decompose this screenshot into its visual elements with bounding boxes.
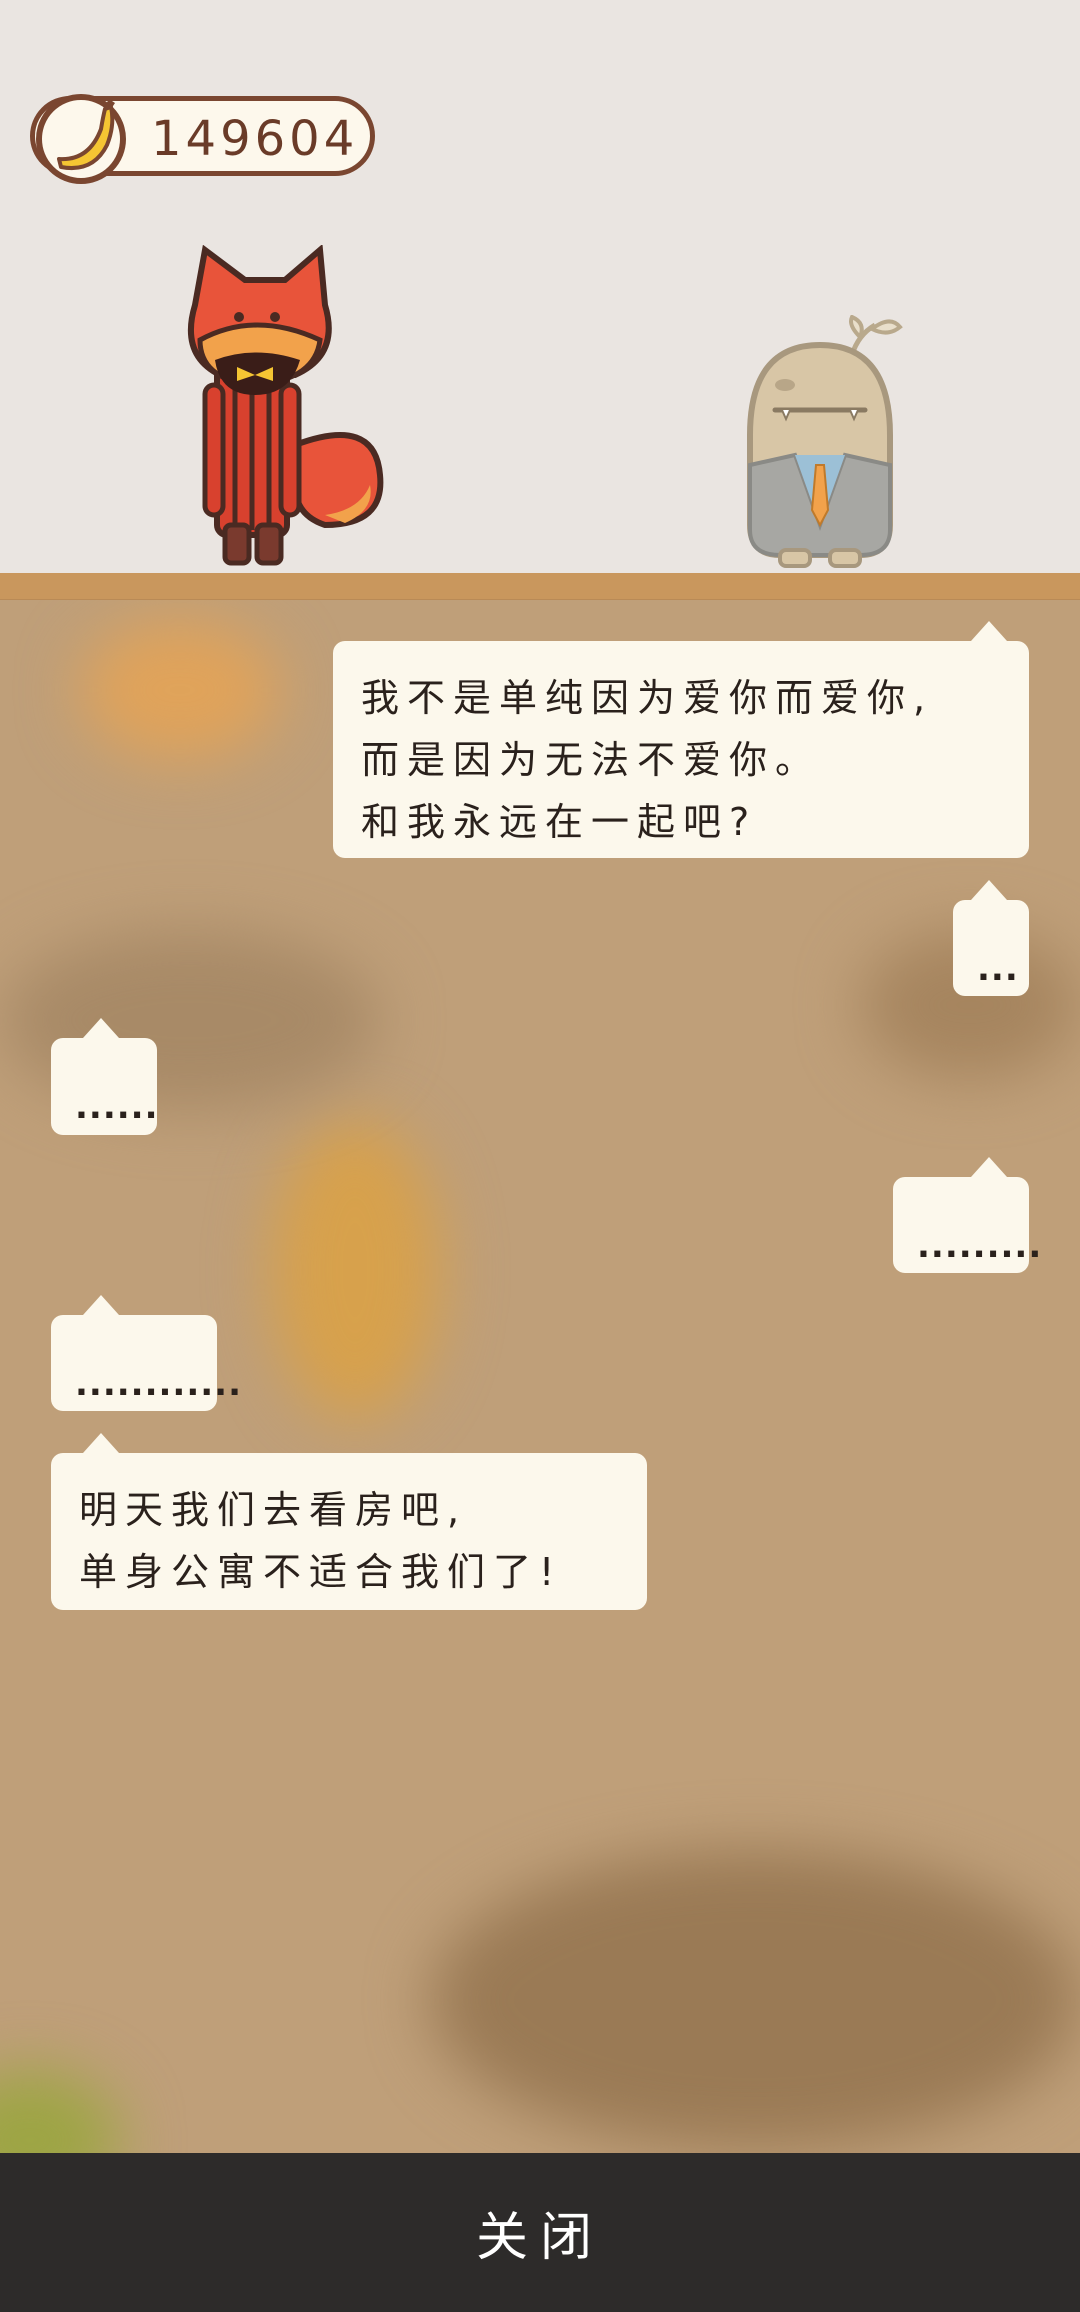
blurred-decoration xyxy=(430,1850,1080,2150)
banana-icon xyxy=(36,94,126,184)
dialogue-bubble-3: ...... xyxy=(51,1018,158,1135)
close-button-label: 关闭 xyxy=(475,2208,604,2268)
close-button[interactable]: 关闭 xyxy=(0,2153,1080,2312)
dialogue-bubble-6: 明天我们去看房吧, 单身公寓不适合我们了! xyxy=(51,1433,647,1610)
red-fox-character-icon[interactable] xyxy=(175,245,395,570)
dialogue-bubble-5: ............ xyxy=(51,1295,241,1411)
blurred-decoration xyxy=(0,2070,120,2153)
blurred-decoration xyxy=(270,1120,440,1420)
dialogue-bubble-1: 我不是单纯因为爱你而爱你, 而是因为无法不爱你。 和我永远在一起吧? xyxy=(333,621,1029,858)
coin-counter[interactable]: 149604 xyxy=(30,94,375,184)
coin-count: 149604 xyxy=(151,111,359,167)
potato-sprout-character-icon[interactable] xyxy=(740,315,905,570)
dialogue-bubble-4: ......... xyxy=(893,1157,1041,1273)
dialogue-bubble-2: ... xyxy=(953,880,1029,996)
shelf-edge xyxy=(0,573,1080,601)
stage-area: 149604 xyxy=(0,0,1080,573)
blurred-decoration xyxy=(80,620,280,760)
